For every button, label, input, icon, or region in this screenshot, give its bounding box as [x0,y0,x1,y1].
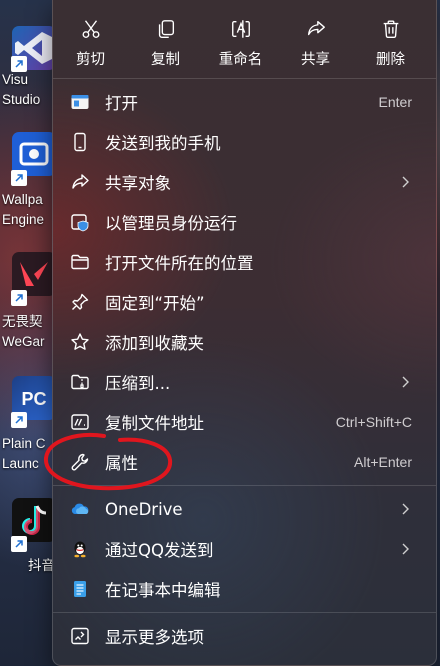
trash-icon [383,20,398,38]
rename-button[interactable]: 重命名 [203,0,278,78]
delete-button[interactable]: 删除 [353,0,428,78]
copy-button[interactable]: 复制 [128,0,203,78]
menu-item-open[interactable]: 打开 Enter [53,82,436,122]
admin-shield-icon [70,212,90,232]
share-button[interactable]: 共享 [278,0,353,78]
chevron-right-icon [402,543,409,555]
context-menu-toolbar: 剪切 复制 重命名 共享 删除 [53,0,436,78]
menu-item-label: 显示更多选项 [105,628,204,647]
wrench-icon [70,452,90,472]
chevron-right-icon [402,176,409,188]
desktop-icon-visual-studio[interactable]: Visu Studio [0,20,60,120]
zip-folder-icon [70,372,90,392]
menu-item-shortcut: Alt+Enter [354,454,412,470]
desktop-icon-wallpaper-engine[interactable]: Wallpa Engine [0,126,60,236]
chevron-right-icon [402,376,409,388]
menu-item-label: 属性 [105,454,138,473]
desktop-icon-plain-craft-launcher[interactable]: PC Plain C Launc [0,372,60,482]
more-options-icon [70,626,90,646]
menu-item-label: 打开文件所在的位置 [105,254,254,273]
menu-item-label: 发送到我的手机 [105,134,221,153]
menu-item-label: 通过QQ发送到 [105,541,214,560]
menu-item-label: OneDrive [105,499,183,519]
menu-item-run-as-admin[interactable]: 以管理员身份运行 [53,202,436,242]
pin-icon [70,292,90,312]
menu-item-shortcut: Ctrl+Shift+C [335,414,412,430]
cut-button[interactable]: 剪切 [53,0,128,78]
menu-item-label: 压缩到... [105,374,171,393]
onedrive-icon [70,499,90,519]
desktop-icon-label: Visu [2,72,29,87]
menu-item-copy-as-path[interactable]: 复制文件地址 Ctrl+Shift+C [53,402,436,442]
folder-icon [70,252,90,272]
menu-item-label: 复制文件地址 [105,414,204,433]
scissors-icon [82,20,99,38]
chevron-right-icon [402,503,409,515]
desktop-icon-label: Engine [2,212,45,227]
star-icon [70,332,90,352]
share-icon [70,172,90,192]
menu-item-shortcut: Enter [378,94,412,110]
svg-text:PC: PC [21,389,46,409]
menu-item-properties[interactable]: 属性 Alt+Enter [53,442,436,482]
desktop-icon-label: Wallpa [2,192,43,207]
menu-item-send-to-phone[interactable]: 发送到我的手机 [53,122,436,162]
desktop-icon-label: 无畏契 [2,314,43,329]
menu-item-label: 添加到收藏夹 [105,334,204,353]
desktop-icon-douyin[interactable]: 抖音 [0,496,60,586]
menu-item-share-with[interactable]: 共享对象 [53,162,436,202]
rename-label: 重命名 [218,52,263,68]
menu-item-add-to-favorites[interactable]: 添加到收藏夹 [53,322,436,362]
menu-item-send-via-qq[interactable]: 通过QQ发送到 [53,529,436,569]
menu-item-label: 固定到“开始” [105,294,205,313]
menu-item-onedrive[interactable]: OneDrive [53,489,436,529]
share-label: 共享 [301,52,330,68]
desktop-icon-label: WeGar [2,334,45,349]
menu-item-show-more-options[interactable]: 显示更多选项 [53,616,436,656]
menu-item-label: 打开 [105,94,138,113]
menu-item-label: 共享对象 [105,174,171,193]
notepad-icon [70,579,90,599]
shortcut-arrow-icon [11,170,27,186]
shortcut-arrow-icon [11,536,27,552]
desktop-icon-wegame[interactable]: 无畏契 WeGar [0,248,60,358]
menu-item-pin-to-start[interactable]: 固定到“开始” [53,282,436,322]
shortcut-arrow-icon [11,412,27,428]
copy-label: 复制 [151,52,180,68]
share-icon [307,20,325,36]
menu-item-label: 在记事本中编辑 [105,581,221,600]
copy-icon [158,20,174,38]
rename-icon [231,20,250,38]
desktop-icon-label: Launc [2,456,39,471]
shortcut-arrow-icon [11,290,27,306]
menu-item-edit-in-notepad[interactable]: 在记事本中编辑 [53,569,436,609]
context-menu: 剪切 复制 重命名 共享 删除 打开 Enter 发送到我的手机 共享对象 以管… [52,0,437,666]
menu-item-compress-to[interactable]: 压缩到... [53,362,436,402]
menu-item-label: 以管理员身份运行 [105,214,237,233]
cut-label: 剪切 [76,52,105,68]
qq-icon [70,539,90,559]
copy-path-icon [70,412,90,432]
desktop-icon-label: Plain C [2,436,46,451]
menu-item-open-file-location[interactable]: 打开文件所在的位置 [53,242,436,282]
desktop-icon-label: Studio [2,92,41,107]
delete-label: 删除 [376,52,405,68]
open-app-icon [70,92,90,112]
phone-icon [70,132,90,152]
